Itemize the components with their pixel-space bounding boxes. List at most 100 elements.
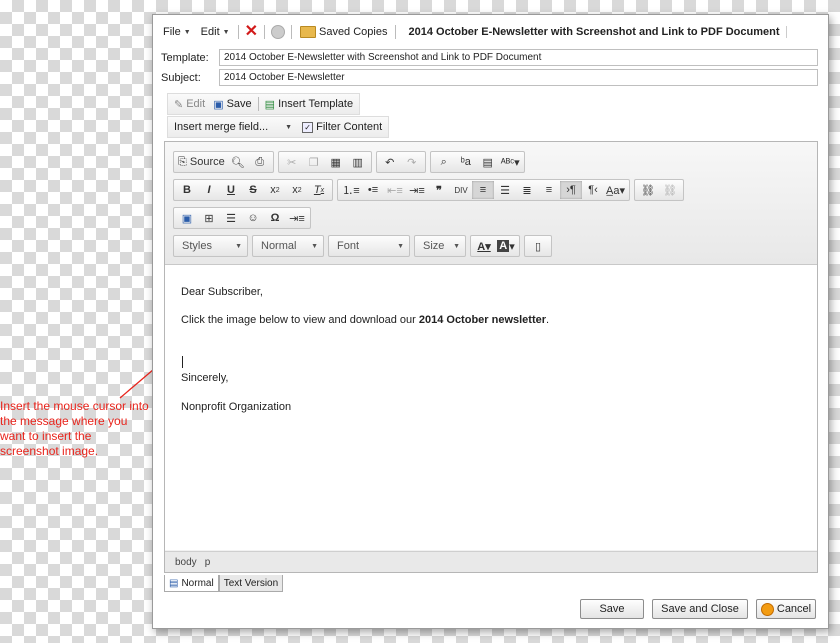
- cancel-button[interactable]: Cancel: [756, 599, 816, 619]
- special-char-icon[interactable]: Ω: [264, 209, 286, 227]
- checkbox-checked-icon: ✓: [302, 121, 314, 133]
- chevron-down-icon: ▼: [222, 28, 230, 36]
- align-right-icon[interactable]: ≣: [516, 181, 538, 199]
- indent-icon[interactable]: ⇥≡: [406, 181, 428, 199]
- replace-icon[interactable]: ᵇa: [455, 153, 477, 171]
- italic-icon[interactable]: I: [198, 181, 220, 199]
- link-icon[interactable]: ⛓: [637, 181, 659, 199]
- underline-icon[interactable]: U: [220, 181, 242, 199]
- divider: [263, 25, 265, 39]
- chevron-down-icon: ▼: [397, 242, 404, 250]
- source-group: ⎘ Source 🔍︎ ⎙: [173, 151, 274, 173]
- help-icon[interactable]: [270, 25, 285, 39]
- cut-icon[interactable]: ✂: [281, 153, 303, 171]
- print-icon[interactable]: ⎙: [249, 153, 271, 171]
- path-item-p[interactable]: p: [205, 557, 211, 568]
- edit-button[interactable]: ✎ Edit: [172, 98, 207, 111]
- superscript-icon[interactable]: x2: [286, 181, 308, 199]
- text-color-icon[interactable]: A▾: [473, 237, 495, 255]
- closing-text: Sincerely,: [181, 372, 229, 384]
- bold-icon[interactable]: B: [176, 181, 198, 199]
- ltr-icon[interactable]: ›¶: [560, 181, 582, 199]
- chevron-down-icon: ▼: [311, 242, 318, 250]
- find-icon[interactable]: ⌕: [433, 153, 455, 171]
- signature-text: Nonprofit Organization: [181, 401, 292, 413]
- unlink-icon[interactable]: ⛓: [659, 181, 681, 199]
- insert-template-button[interactable]: ▤ Insert Template: [263, 98, 355, 111]
- align-center-icon[interactable]: ☰: [494, 181, 516, 199]
- file-menu[interactable]: File ▼: [161, 26, 193, 38]
- save-and-close-button[interactable]: Save and Close: [652, 599, 748, 619]
- styles-label: Styles: [182, 240, 212, 252]
- edit-menu[interactable]: Edit ▼: [199, 26, 232, 38]
- preview-icon[interactable]: 🔍︎: [227, 153, 249, 171]
- tab-text-version[interactable]: Text Version: [218, 575, 284, 592]
- styles-dropdown[interactable]: Styles ▼: [173, 235, 248, 257]
- bulleted-list-icon[interactable]: •≡: [362, 181, 384, 199]
- toolbar-row-3: ▣ ⊞ ☰ ☺ Ω ⇥≡: [173, 207, 311, 229]
- select-all-icon[interactable]: ▤: [477, 153, 499, 171]
- undo-icon[interactable]: ↶: [379, 153, 401, 171]
- content-toolbar: ✎ Edit ▣ Save ▤ Insert Template: [167, 93, 361, 115]
- table-icon[interactable]: ⊞: [198, 209, 220, 227]
- blockquote-icon[interactable]: ❞: [428, 181, 450, 199]
- page-break-icon[interactable]: ⇥≡: [286, 209, 308, 227]
- remove-format-icon[interactable]: Tx: [308, 181, 330, 199]
- chevron-down-icon: ▼: [453, 242, 460, 250]
- outdent-icon[interactable]: ⇤≡: [384, 181, 406, 199]
- size-label: Size: [423, 240, 445, 252]
- message-body[interactable]: Dear Subscriber, Click the image below t…: [165, 265, 817, 550]
- save-button[interactable]: ▣ Save: [211, 98, 253, 111]
- numbered-list-icon[interactable]: ⒈≡: [340, 181, 362, 199]
- divider: [290, 25, 292, 39]
- smiley-icon[interactable]: ☺: [242, 209, 264, 227]
- path-item-body[interactable]: body: [175, 557, 197, 568]
- template-field[interactable]: 2014 October E-Newsletter with Screensho…: [219, 49, 818, 66]
- copy-icon[interactable]: ❐: [303, 153, 325, 171]
- font-dropdown[interactable]: Font ▼: [328, 235, 410, 257]
- size-dropdown[interactable]: Size ▼: [414, 235, 466, 257]
- insert-merge-field-dropdown[interactable]: Insert merge field... ▼: [172, 121, 294, 133]
- align-left-icon[interactable]: ≡: [472, 181, 494, 199]
- background-color-icon[interactable]: A ▾: [495, 237, 517, 255]
- subject-row: Subject: 2014 October E-Newsletter: [161, 69, 818, 86]
- chevron-down-icon: ▼: [183, 28, 191, 36]
- spellcheck-icon[interactable]: ᴬᴮᶜ▾: [499, 153, 522, 171]
- save-bottom-label: Save: [599, 603, 625, 615]
- menubar: File ▼ Edit ▼ ✕ Saved Copies 2014 October …: [161, 22, 820, 42]
- justify-icon[interactable]: ≡: [538, 181, 560, 199]
- document-icon: ▤: [169, 577, 179, 589]
- newsletter-name: 2014 October newsletter: [418, 314, 547, 326]
- clipboard-group: ✂ ❐ ▦ ▥: [277, 151, 372, 173]
- divider: [395, 25, 397, 39]
- saved-copies-button[interactable]: Saved Copies: [298, 26, 390, 38]
- maximize-icon[interactable]: ▯: [527, 237, 549, 255]
- delete-icon[interactable]: ✕: [245, 24, 258, 40]
- paste-icon[interactable]: ▦: [325, 153, 347, 171]
- paragraph-group: ⒈≡ •≡ ⇤≡ ⇥≡ ❞ DIV ≡ ☰ ≣ ≡ ›¶ ¶‹ A̲a▾: [337, 179, 630, 201]
- history-group: ↶ ↷: [375, 151, 426, 173]
- save-and-close-label: Save and Close: [661, 603, 739, 615]
- toolbar-row-1: ⎘ Source 🔍︎ ⎙ ✂ ❐ ▦ ▥ ↶ ↷ ⌕ ᵇa ▤ ᴬᴮᶜ▾: [173, 151, 525, 173]
- save-bottom-button[interactable]: Save: [580, 599, 644, 619]
- language-icon[interactable]: A̲a▾: [604, 181, 627, 199]
- rtl-icon[interactable]: ¶‹: [582, 181, 604, 199]
- save-button-label: Save: [226, 98, 252, 110]
- tab-normal[interactable]: ▤ Normal: [164, 575, 219, 592]
- subject-field[interactable]: 2014 October E-Newsletter: [219, 69, 818, 86]
- filter-content-toggle[interactable]: ✓ Filter Content: [300, 121, 384, 133]
- horizontal-line-icon[interactable]: ☰: [220, 209, 242, 227]
- source-button[interactable]: ⎘ Source: [176, 153, 227, 171]
- redo-icon[interactable]: ↷: [401, 153, 423, 171]
- chevron-down-icon: ▼: [285, 123, 293, 131]
- edit-button-label: Edit: [186, 98, 206, 110]
- div-container-icon[interactable]: DIV: [450, 181, 472, 199]
- subscript-icon[interactable]: x2: [264, 181, 286, 199]
- strikethrough-icon[interactable]: S: [242, 181, 264, 199]
- document-title: 2014 October E-Newsletter with Screensho…: [402, 26, 787, 38]
- edit-menu-label: Edit: [200, 26, 220, 38]
- format-dropdown[interactable]: Normal ▼: [252, 235, 324, 257]
- image-icon[interactable]: ▣: [176, 209, 198, 227]
- paste-text-icon[interactable]: ▥: [347, 153, 369, 171]
- cancel-icon: [760, 602, 774, 616]
